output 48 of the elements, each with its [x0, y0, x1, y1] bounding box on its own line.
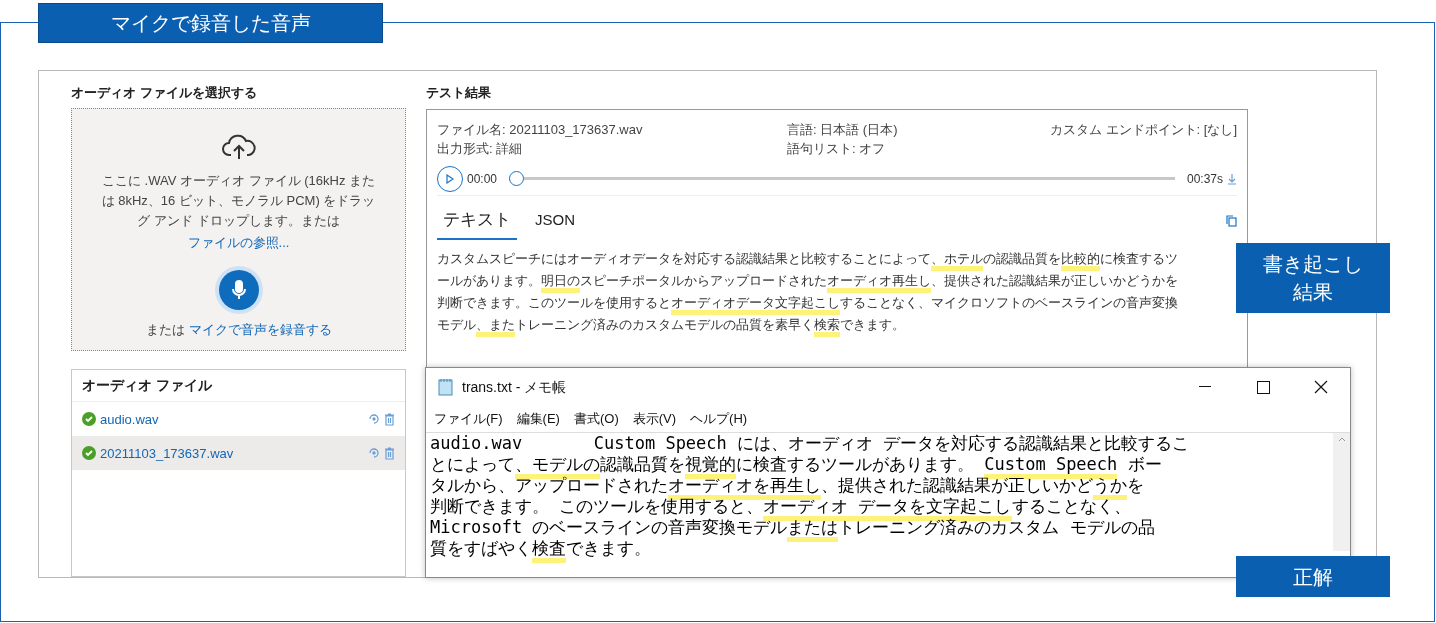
maximize-icon	[1256, 380, 1270, 394]
transcript-text: カスタムスピーチにはオーディオデータを対応する認識結果と比較することによって、ホテルの認識品質を比較的に検査するツ ールがあります。明日のスピーチポータルからアップロードされたオーディオ再生し、提供された認識結果が正しいかどうかを 判断できます。このツールを使用すると オーディオデータ文字起こしすることなく、マイクロソフトのベースラインの音声変換 モデル、また トレーニング済みのカスタムモデルの品質を素早く検索できます。	[437, 248, 1237, 336]
refresh-icon[interactable]	[368, 413, 380, 426]
seek-track[interactable]	[509, 171, 1175, 186]
seek-thumb[interactable]	[509, 171, 525, 186]
close-icon	[1314, 380, 1328, 394]
metadata-text: 言語: 日本語 (日本)	[787, 121, 899, 139]
record-link[interactable]: マイクで音声を録音する	[188, 320, 332, 340]
check-circle-icon	[82, 446, 96, 461]
microphone-button[interactable]	[218, 270, 259, 310]
callout-label: 正解	[1236, 556, 1390, 597]
window-title: trans.txt - メモ帳	[462, 377, 568, 397]
notepad-icon	[438, 378, 454, 396]
check-circle-icon	[82, 412, 96, 427]
result-tab[interactable]: テキスト	[437, 202, 517, 240]
browse-files-link[interactable]: ファイルの参照...	[187, 232, 290, 252]
download-icon[interactable]	[1227, 172, 1237, 185]
trash-icon[interactable]	[384, 412, 395, 426]
menu-item[interactable]: 書式(O)	[573, 409, 619, 429]
minimize-icon	[1199, 386, 1211, 388]
menu-item[interactable]: 表示(V)	[632, 409, 677, 429]
scroll-up-icon[interactable]	[1337, 437, 1346, 442]
copy-icon[interactable]	[1226, 215, 1237, 227]
metadata-text: ファイル名: 20211103_173637.wav	[437, 121, 644, 139]
drop-instructions: ここに .WAV オーディオ ファイル (16kHz または 8kHz、16 ビット、モノラル PCM) をドラッグ アンド ドロップします。または	[100, 171, 377, 230]
menu-item[interactable]: ヘルプ(H)	[690, 409, 748, 429]
menu-item[interactable]: ファイル(F)	[434, 409, 503, 429]
metadata-text: 出力形式: 詳細	[437, 140, 524, 158]
play-icon	[446, 173, 454, 184]
duration-time: 00:37s	[1186, 170, 1223, 188]
callout-label: 書き起こし 結果	[1236, 243, 1390, 313]
record-prefix: または	[145, 321, 185, 339]
trash-icon[interactable]	[384, 446, 395, 460]
metadata-text: 語句リスト: オフ	[787, 140, 887, 158]
section-heading: オーディオ ファイルを選択する	[71, 84, 258, 102]
current-time: 00:00	[467, 170, 498, 188]
result-tab[interactable]: JSON	[529, 202, 581, 240]
microphone-icon	[231, 280, 246, 300]
cloud-upload-icon	[220, 132, 257, 161]
section-heading: テスト結果	[426, 84, 492, 102]
file-name[interactable]: 20211103_173637.wav	[100, 443, 364, 464]
file-row[interactable]: 20211103_173637.wav	[72, 436, 405, 471]
refresh-icon[interactable]	[368, 447, 380, 460]
scrollbar[interactable]	[1333, 433, 1350, 551]
metadata-text: カスタム エンドポイント: [なし]	[1049, 121, 1237, 139]
menu-item[interactable]: 編集(E)	[516, 409, 560, 429]
banner-title: マイクで録音した音声	[38, 3, 383, 43]
file-name[interactable]: audio.wav	[100, 409, 364, 430]
